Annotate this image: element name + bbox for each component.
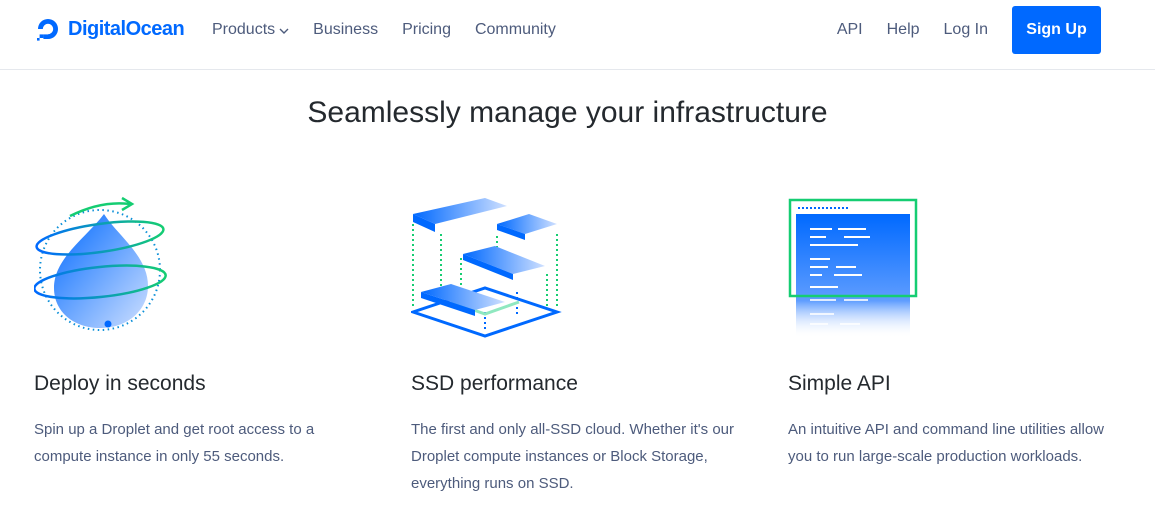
- nav-products[interactable]: Products: [212, 20, 289, 40]
- feature-title: Simple API: [788, 372, 891, 395]
- secondary-nav: API Help Log In Sign Up: [837, 6, 1101, 54]
- nav-business[interactable]: Business: [313, 20, 378, 40]
- ssd-blocks-icon: [411, 198, 562, 338]
- nav-pricing[interactable]: Pricing: [402, 20, 451, 40]
- feature-ssd: SSD performance The first and only all-S…: [411, 196, 741, 492]
- feature-api: Simple API An intuitive API and command …: [788, 196, 1118, 465]
- primary-nav: Products Business Pricing Community: [212, 20, 580, 40]
- brand-name: DigitalOcean: [68, 17, 185, 40]
- feature-deploy: Deploy in seconds Spin up a Droplet and …: [34, 196, 364, 465]
- brand-logo-link[interactable]: DigitalOcean: [34, 14, 185, 44]
- nav-login[interactable]: Log In: [944, 20, 988, 40]
- feature-description: Spin up a Droplet and get root access to…: [34, 421, 315, 465]
- feature-title: Deploy in seconds: [34, 372, 206, 395]
- feature-description: An intuitive API and command line utilit…: [788, 421, 1104, 465]
- feature-description: The first and only all-SSD cloud. Whethe…: [411, 421, 734, 492]
- api-terminal-icon: [788, 198, 918, 338]
- nav-products-label: Products: [212, 21, 276, 38]
- feature-title: SSD performance: [411, 372, 578, 395]
- digitalocean-logo-icon: [37, 19, 58, 41]
- nav-api[interactable]: API: [837, 20, 863, 40]
- top-navigation: DigitalOcean Products Business Pricing C…: [0, 0, 1155, 70]
- chevron-down-icon: [279, 28, 289, 34]
- sign-up-button[interactable]: Sign Up: [1012, 6, 1101, 54]
- section-title: Seamlessly manage your infrastructure: [307, 96, 828, 129]
- nav-help[interactable]: Help: [887, 20, 920, 40]
- nav-community[interactable]: Community: [475, 20, 556, 40]
- droplet-orbit-icon: [34, 196, 167, 331]
